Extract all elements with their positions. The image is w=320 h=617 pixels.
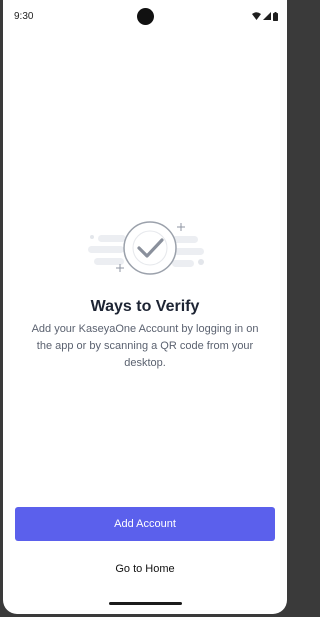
status-icons <box>252 11 278 21</box>
go-to-home-button[interactable]: Go to Home <box>65 556 225 582</box>
camera-cutout <box>137 8 154 25</box>
signal-icon <box>263 12 271 20</box>
battery-icon <box>273 11 278 21</box>
home-indicator[interactable] <box>109 602 182 605</box>
checkmark-circle-icon <box>123 221 177 275</box>
verify-illustration <box>88 221 204 275</box>
status-time: 9:30 <box>14 11 34 22</box>
page-description: Add your KaseyaOne Account by logging in… <box>31 323 259 369</box>
app-screen: 9:30 Ways to Verify Add your KaseyaOne A… <box>3 0 287 614</box>
status-bar: 9:30 <box>3 0 287 34</box>
add-account-button[interactable]: Add Account <box>15 507 275 541</box>
page-title: Ways to Verify <box>90 298 200 315</box>
wifi-icon <box>252 12 261 20</box>
